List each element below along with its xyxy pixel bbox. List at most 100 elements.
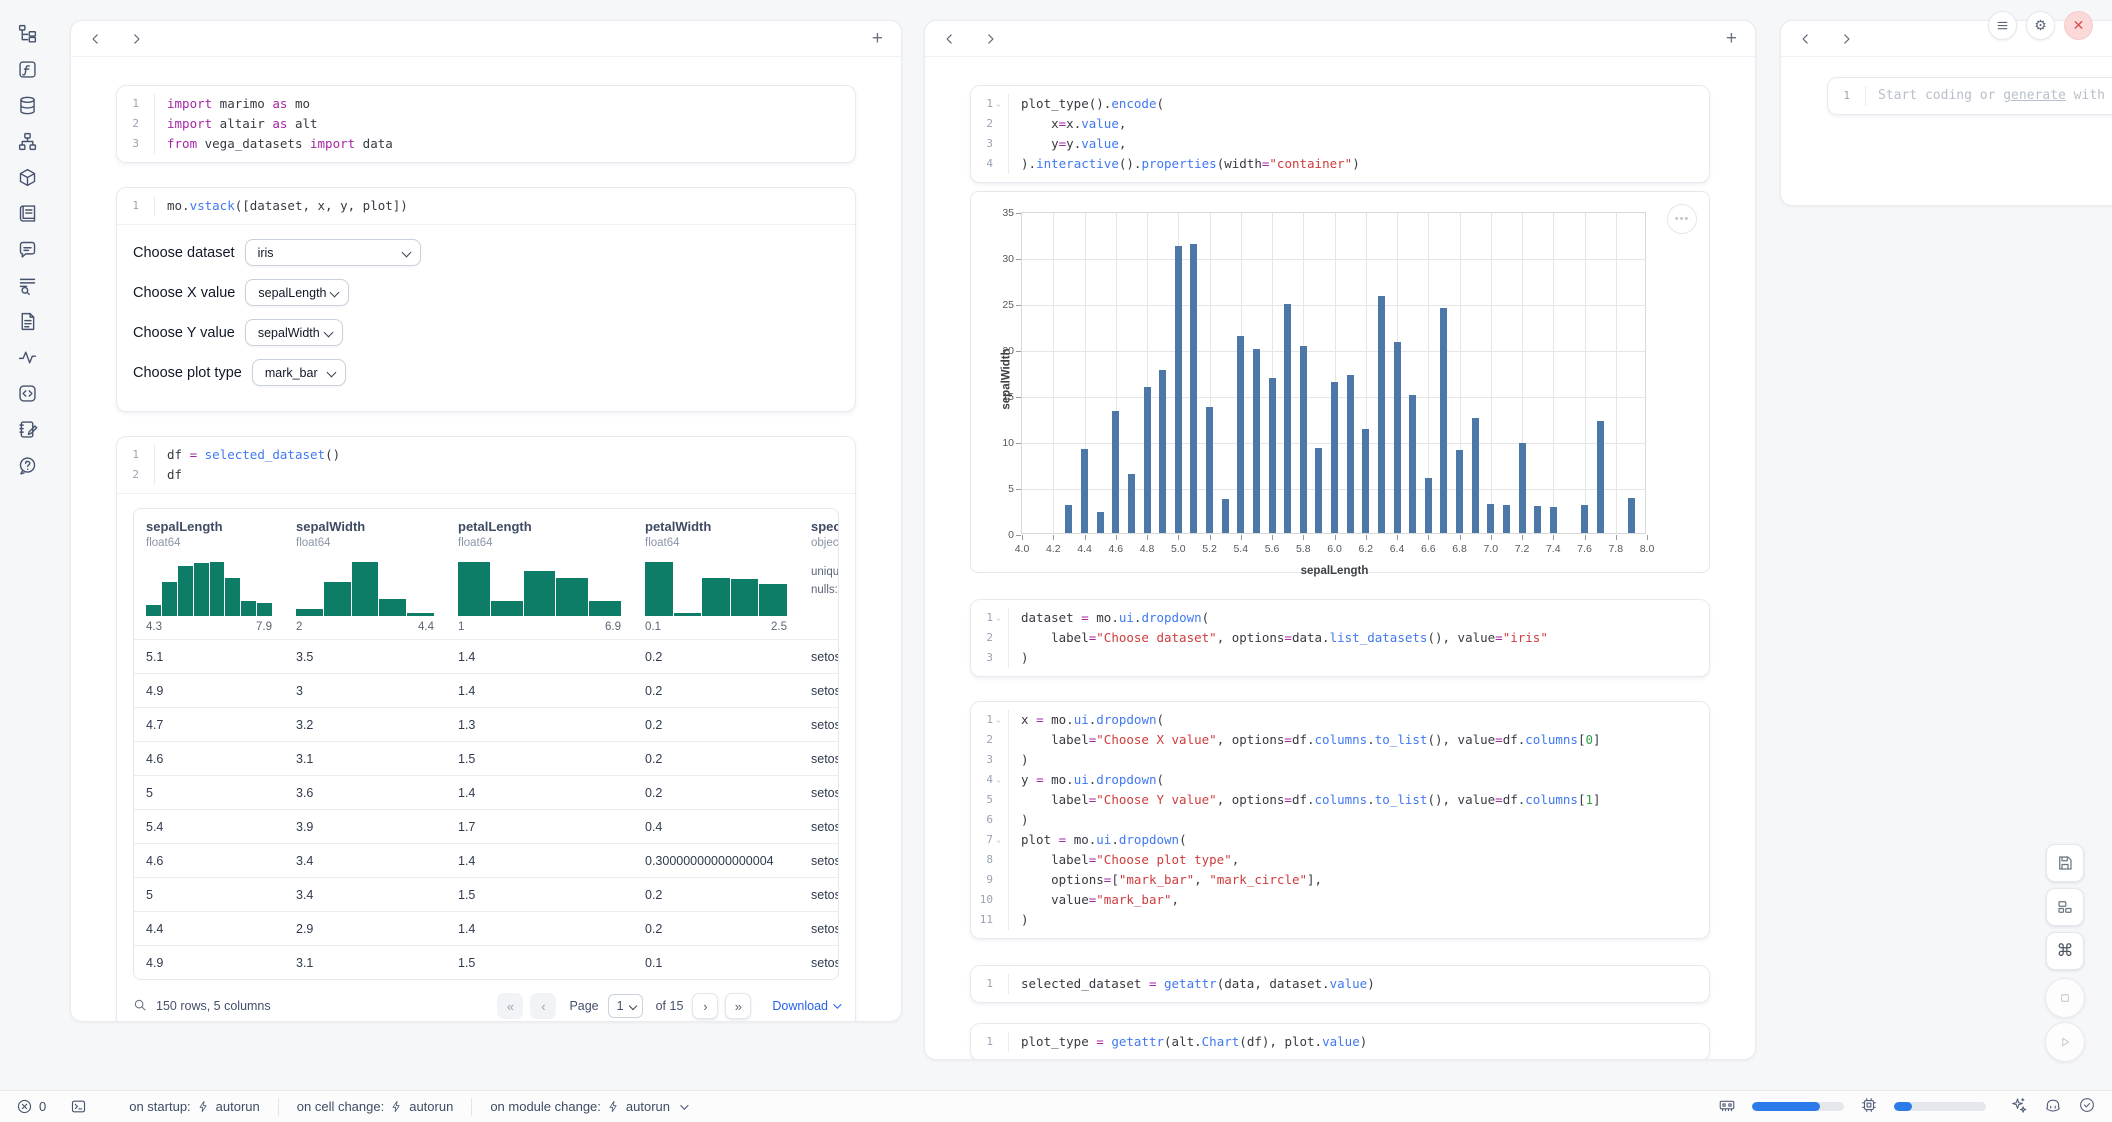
fold-chevron-icon[interactable]: ⌄ — [993, 710, 1004, 730]
code-editor[interactable]: 1import marimo as mo2import altair as al… — [117, 86, 855, 162]
lightning-bolt-icon — [390, 1099, 403, 1114]
next-page-button[interactable]: › — [692, 993, 718, 1019]
search-icon[interactable] — [133, 998, 147, 1015]
expand-right-icon[interactable] — [129, 32, 143, 46]
cell-dataframe: 1df = selected_dataset()2df sepalLengthf… — [116, 436, 856, 1021]
table-row[interactable]: 4.63.11.50.2setosa — [134, 741, 838, 775]
code-editor[interactable]: 1df = selected_dataset()2df — [117, 437, 855, 493]
runtime-config-on-cell-change[interactable]: on cell change:autorun — [278, 1098, 472, 1116]
table-row[interactable]: 4.42.91.40.2setosa — [134, 911, 838, 945]
code-editor[interactable]: 1selected_dataset = getattr(data, datase… — [971, 966, 1709, 1002]
code-editor[interactable]: 1⌄plot_type().encode(2 x=x.value,3 y=y.v… — [971, 86, 1709, 182]
code-editor[interactable]: 1plot_type = getattr(alt.Chart(df), plot… — [971, 1024, 1709, 1059]
table-cell: 1.7 — [446, 820, 633, 834]
layout-select-button[interactable] — [2046, 888, 2084, 926]
chart-bar — [1315, 448, 1322, 533]
table-cell: setosa — [799, 820, 838, 834]
control-row: Choose Y valuesepalWidth — [133, 319, 839, 346]
connection-status-icon[interactable] — [2078, 1096, 2096, 1117]
documentation-icon[interactable] — [16, 310, 38, 332]
line-number: 1 — [132, 196, 139, 216]
table-row[interactable]: 4.931.40.2setosa — [134, 673, 838, 707]
expand-right-icon[interactable] — [983, 32, 997, 46]
table-row[interactable]: 4.63.41.40.30000000000000004setosa — [134, 843, 838, 877]
collapse-left-icon[interactable] — [943, 32, 957, 46]
collapse-left-icon[interactable] — [89, 32, 103, 46]
keyboard-shortcuts-button[interactable]: ⌘ — [2046, 932, 2084, 970]
line-number: 8 — [986, 850, 993, 870]
add-cell-button[interactable]: + — [872, 29, 883, 48]
outline-icon[interactable] — [16, 202, 38, 224]
logs-icon[interactable] — [16, 274, 38, 296]
page-select[interactable]: 1 — [608, 994, 643, 1018]
choose-dataset-select[interactable]: iris — [245, 239, 421, 266]
chart-bar — [1503, 505, 1510, 533]
settings-gear-button[interactable]: ⚙ — [2026, 11, 2055, 40]
functions-icon[interactable] — [16, 58, 38, 80]
shutdown-button[interactable]: ✕ — [2064, 11, 2093, 40]
file-explorer-icon[interactable] — [16, 22, 38, 44]
column-header-sepalWidth[interactable]: sepalWidthfloat6424.4 — [284, 509, 446, 639]
line-number: 1 — [132, 445, 139, 465]
snippets-icon[interactable] — [16, 382, 38, 404]
column-header-species[interactable]: speciesobjectunique:nulls: — [799, 509, 838, 639]
dependencies-icon[interactable] — [16, 130, 38, 152]
last-page-button[interactable]: » — [725, 993, 751, 1019]
code-editor[interactable]: 1⌄dataset = mo.ui.dropdown(2 label="Choo… — [971, 600, 1709, 676]
copilot-icon[interactable] — [2044, 1096, 2062, 1117]
column-header-petalWidth[interactable]: petalWidthfloat640.12.5 — [633, 509, 799, 639]
chart-bar — [1144, 387, 1151, 533]
runtime-config-on-startup[interactable]: on startup:autorun — [111, 1098, 278, 1116]
run-all-button[interactable] — [2045, 1022, 2085, 1062]
column-header-sepalLength[interactable]: sepalLengthfloat644.37.9 — [134, 509, 284, 639]
scratchpad-icon[interactable] — [16, 418, 38, 440]
ai-sparkle-icon[interactable] — [2010, 1096, 2028, 1117]
chart-bar — [1472, 418, 1479, 533]
code-editor[interactable]: 1mo.vstack([dataset, x, y, plot]) — [117, 188, 855, 224]
runtime-config-on-module-change[interactable]: on module change:autorun — [471, 1098, 704, 1116]
code-editor[interactable]: 1⌄x = mo.ui.dropdown(2 label="Choose X v… — [971, 702, 1709, 938]
altair-chart-output[interactable]: 4.04.24.44.64.85.05.25.45.65.86.06.26.46… — [970, 191, 1710, 573]
prev-page-button[interactable]: ‹ — [530, 993, 556, 1019]
fold-chevron-icon[interactable]: ⌄ — [993, 770, 1004, 790]
table-row[interactable]: 4.73.21.30.2setosa — [134, 707, 838, 741]
table-row[interactable]: 53.41.50.2setosa — [134, 877, 838, 911]
table-cell: 0.2 — [633, 752, 799, 766]
first-page-button[interactable]: « — [497, 993, 523, 1019]
column-header-petalLength[interactable]: petalLengthfloat6416.9 — [446, 509, 633, 639]
collapse-left-icon[interactable] — [1799, 32, 1813, 46]
table-cell: 3.4 — [284, 854, 446, 868]
line-number: 1 — [986, 710, 993, 730]
fold-chevron-icon[interactable]: ⌄ — [993, 830, 1004, 850]
table-row[interactable]: 5.13.51.40.2setosa — [134, 639, 838, 673]
table-cell: 3.9 — [284, 820, 446, 834]
datasources-icon[interactable] — [16, 94, 38, 116]
chat-icon[interactable] — [16, 238, 38, 260]
code-editor[interactable]: 1 Start coding or generate with AI. — [1828, 78, 2112, 114]
terminal-button[interactable] — [70, 1098, 87, 1115]
fold-chevron-icon[interactable]: ⌄ — [993, 94, 1004, 114]
packages-icon[interactable] — [16, 166, 38, 188]
table-row[interactable]: 4.93.11.50.1setosa — [134, 945, 838, 979]
fold-chevron-icon[interactable]: ⌄ — [993, 608, 1004, 628]
errors-indicator[interactable]: 0 — [16, 1098, 46, 1115]
tracing-icon[interactable] — [16, 346, 38, 368]
generate-with-ai-link[interactable]: generate — [2003, 88, 2066, 103]
choose-y-value-select[interactable]: sepalWidth — [245, 319, 343, 346]
help-icon[interactable] — [16, 454, 38, 476]
cpu-usage-meter — [1894, 1102, 1986, 1111]
choose-plot-type-select[interactable]: mark_bar — [252, 359, 346, 386]
interrupt-button[interactable] — [2045, 978, 2085, 1018]
table-cell: 0.2 — [633, 888, 799, 902]
download-button[interactable]: Download — [772, 999, 839, 1013]
column-histogram — [458, 560, 621, 616]
expand-right-icon[interactable] — [1839, 32, 1853, 46]
chart-menu-button[interactable]: ••• — [1667, 204, 1697, 234]
table-row[interactable]: 53.61.40.2setosa — [134, 775, 838, 809]
choose-x-value-select[interactable]: sepalLength — [245, 279, 349, 306]
table-row[interactable]: 5.43.91.70.4setosa — [134, 809, 838, 843]
menu-button[interactable] — [1988, 11, 2017, 40]
add-cell-button[interactable]: + — [1726, 29, 1737, 48]
save-button[interactable] — [2046, 844, 2084, 882]
status-bar: 0 on startup:autorunon cell change:autor… — [0, 1090, 2112, 1122]
